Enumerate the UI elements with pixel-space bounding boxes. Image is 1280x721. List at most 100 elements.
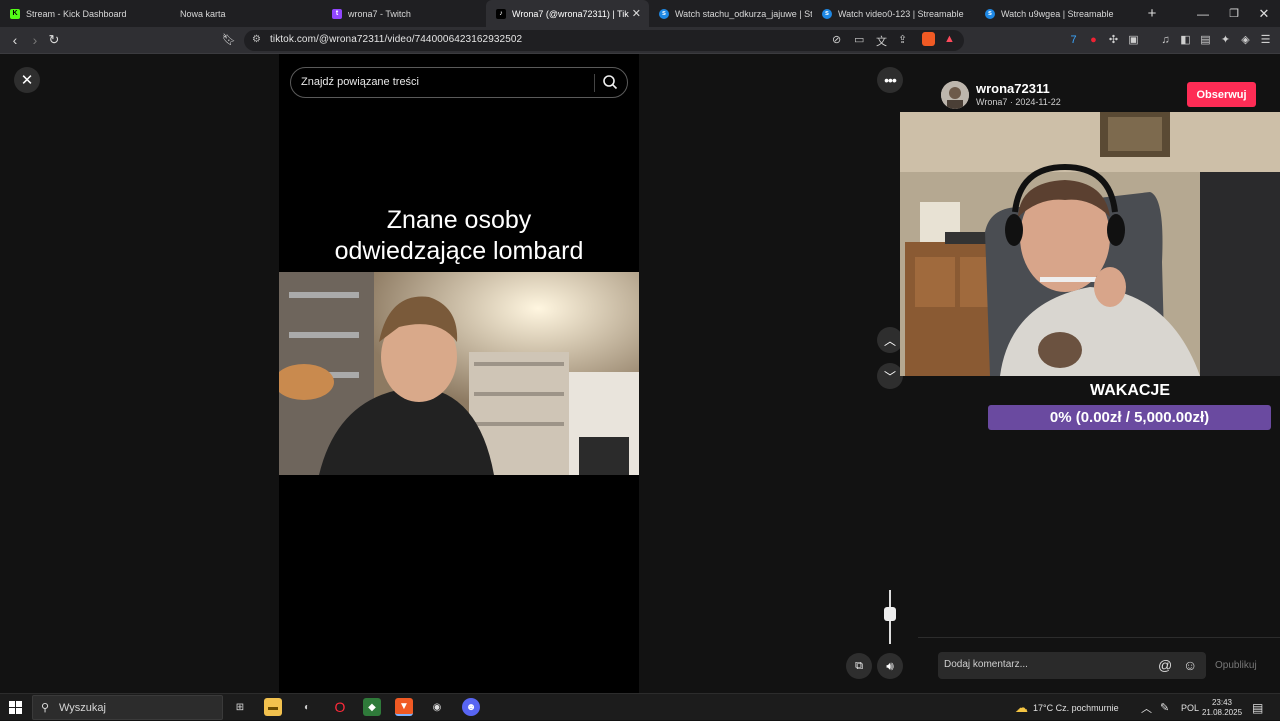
- extensions-icon[interactable]: ✣: [1107, 34, 1120, 47]
- tab-title: Watch stachu_odkurza_jajuwe | Strea: [675, 8, 812, 19]
- clock[interactable]: 23:43 21.08.2025: [1202, 694, 1242, 721]
- close-tab-icon[interactable]: ✕: [632, 7, 641, 20]
- no-tracking-icon[interactable]: ⊘: [832, 33, 841, 46]
- video-frame: [279, 272, 639, 475]
- reload-icon[interactable]: ↻: [46, 33, 62, 47]
- discord-icon[interactable]: ☻: [462, 698, 480, 716]
- emoji-icon[interactable]: ☺: [1183, 657, 1197, 673]
- tab-title: Nowa karta: [180, 8, 226, 19]
- brave-browser-icon[interactable]: ▼: [395, 698, 413, 716]
- goal-title: WAKACJE: [1089, 382, 1170, 399]
- weather-temp: 17°C: [1033, 702, 1054, 713]
- more-options-button[interactable]: •••: [877, 67, 903, 93]
- brave-rewards-icon[interactable]: ▲: [944, 33, 955, 45]
- related-search-input[interactable]: Znajdź powiązane treści: [290, 67, 628, 98]
- webcam-overlay: [900, 112, 1280, 376]
- webcam-image: [900, 112, 1280, 376]
- cast-icon[interactable]: ▭: [854, 33, 864, 46]
- bookmark-icon[interactable]: 🔖︎: [221, 33, 237, 47]
- game-app-icon[interactable]: ◆: [363, 698, 381, 716]
- avatar-image: [941, 81, 969, 109]
- avatar[interactable]: [941, 81, 969, 109]
- tab-streamable-1[interactable]: s Watch stachu_odkurza_jajuwe | Strea: [649, 0, 812, 27]
- weather-icon: ☁: [1015, 699, 1028, 715]
- forward-icon[interactable]: ›: [27, 33, 43, 47]
- translate-icon[interactable]: 文: [876, 33, 887, 49]
- task-view-icon[interactable]: ⊞: [231, 698, 249, 716]
- media-icon[interactable]: ♫: [1159, 34, 1172, 47]
- volume-slider-handle[interactable]: [884, 607, 896, 621]
- wallet-icon[interactable]: ▤: [1199, 34, 1212, 47]
- share-icon[interactable]: ⇪: [898, 33, 907, 46]
- profile-username[interactable]: wrona72311: [976, 81, 1050, 96]
- brave-shields-icon[interactable]: [922, 32, 935, 46]
- tab-twitch[interactable]: t wrona7 - Twitch: [322, 0, 486, 27]
- address-bar[interactable]: ⚙ tiktok.com/@wrona72311/video/744000642…: [244, 30, 964, 51]
- caption-line-2: odwiedzające lombard: [334, 237, 584, 265]
- comments-divider: [918, 637, 1280, 638]
- volume-button[interactable]: 🔊︎: [877, 653, 903, 679]
- video-frame-image: [279, 272, 639, 475]
- close-window-button[interactable]: ✕: [1249, 0, 1279, 27]
- minimize-button[interactable]: —: [1188, 0, 1218, 27]
- twitch-icon: t: [332, 8, 342, 19]
- menu-icon[interactable]: ☰: [1259, 34, 1272, 47]
- vpn-icon[interactable]: ◈: [1239, 34, 1252, 47]
- comment-input[interactable]: Dodaj komentarz... @ ☺: [938, 652, 1206, 679]
- new-tab-button[interactable]: +: [1137, 0, 1167, 27]
- toolbar: ‹ › ↻ 🔖︎ ⚙ tiktok.com/@wrona72311/video/…: [0, 27, 1280, 54]
- app-icon[interactable]: ◐: [298, 698, 316, 716]
- url-text: tiktok.com/@wrona72311/video/74400064231…: [270, 34, 523, 45]
- leo-ai-icon[interactable]: ✦: [1219, 34, 1232, 47]
- back-icon[interactable]: ‹: [7, 33, 23, 47]
- windows-start-icon[interactable]: [9, 701, 22, 714]
- weather-widget[interactable]: ☁ 17°C Cz. pochmurnie: [1015, 694, 1119, 721]
- tab-streamable-3[interactable]: s Watch u9wgea | Streamable: [975, 0, 1138, 27]
- streamable-icon: s: [822, 8, 832, 19]
- taskbar-search[interactable]: ⚲ Wyszukaj: [32, 695, 223, 720]
- search-icon[interactable]: [602, 74, 618, 95]
- goal-progress-bar: 0% (0.00zł / 5,000.00zł): [988, 405, 1271, 430]
- clock-time: 23:43: [1211, 697, 1233, 707]
- close-icon: ✕: [20, 72, 34, 89]
- tab-title: Watch video0-123 | Streamable: [838, 8, 964, 19]
- notifications-icon[interactable]: ▤: [1252, 694, 1263, 721]
- tab-streamable-2[interactable]: s Watch video0-123 | Streamable: [812, 0, 975, 27]
- goal-progress-text: 0% (0.00zł / 5,000.00zł): [1049, 409, 1210, 426]
- tab-title: wrona7 - Twitch: [348, 8, 411, 19]
- video-caption: Znane osoby odwiedzające lombard: [279, 205, 639, 267]
- chevron-down-icon: ﹀: [883, 369, 896, 384]
- restore-button[interactable]: ❐: [1219, 0, 1249, 27]
- obs-icon[interactable]: ◉: [428, 698, 446, 716]
- tray-overflow-icon[interactable]: ︿: [1141, 694, 1152, 721]
- opera-icon[interactable]: O: [331, 698, 349, 716]
- profile-subline: Wrona7 · 2024-11-22: [976, 97, 1061, 107]
- tab-kick-dashboard[interactable]: K Stream - Kick Dashboard: [0, 0, 158, 27]
- tab-strip: K Stream - Kick Dashboard Nowa karta t w…: [0, 0, 1280, 27]
- translate-extension-icon[interactable]: 7: [1067, 34, 1080, 47]
- mini-player-icon: ⧉: [855, 659, 863, 672]
- publish-button[interactable]: Opublikuj: [1215, 660, 1257, 671]
- recording-extension-icon[interactable]: ●: [1087, 34, 1100, 47]
- more-icon: •••: [884, 72, 897, 88]
- search-divider: [594, 74, 595, 92]
- tiktok-icon: ♪: [496, 8, 506, 19]
- tab-title: Wrona7 (@wrona72311) | Tik: [512, 8, 629, 19]
- tab-new-tab[interactable]: Nowa karta: [158, 0, 322, 27]
- reader-icon[interactable]: ▣: [1127, 34, 1140, 47]
- weather-desc: Cz. pochmurnie: [1055, 702, 1119, 713]
- follow-button[interactable]: Obserwuj: [1187, 82, 1256, 107]
- close-video-button[interactable]: ✕: [14, 67, 40, 93]
- mini-player-button[interactable]: ⧉: [846, 653, 872, 679]
- comment-placeholder: Dodaj komentarz...: [944, 659, 1028, 670]
- file-explorer-icon[interactable]: ▬: [264, 698, 282, 716]
- language-indicator[interactable]: POL: [1181, 694, 1199, 721]
- pen-icon[interactable]: ✎: [1160, 694, 1169, 721]
- sidebar-icon[interactable]: ◧: [1179, 34, 1192, 47]
- chevron-up-icon: ︿: [883, 333, 896, 348]
- mention-icon[interactable]: @: [1158, 657, 1172, 673]
- site-info-icon[interactable]: ⚙: [252, 34, 261, 45]
- caption-line-1: Znane osoby: [386, 206, 532, 234]
- tab-tiktok[interactable]: ♪ Wrona7 (@wrona72311) | Tik ✕: [486, 0, 649, 27]
- streamable-icon: s: [659, 8, 669, 19]
